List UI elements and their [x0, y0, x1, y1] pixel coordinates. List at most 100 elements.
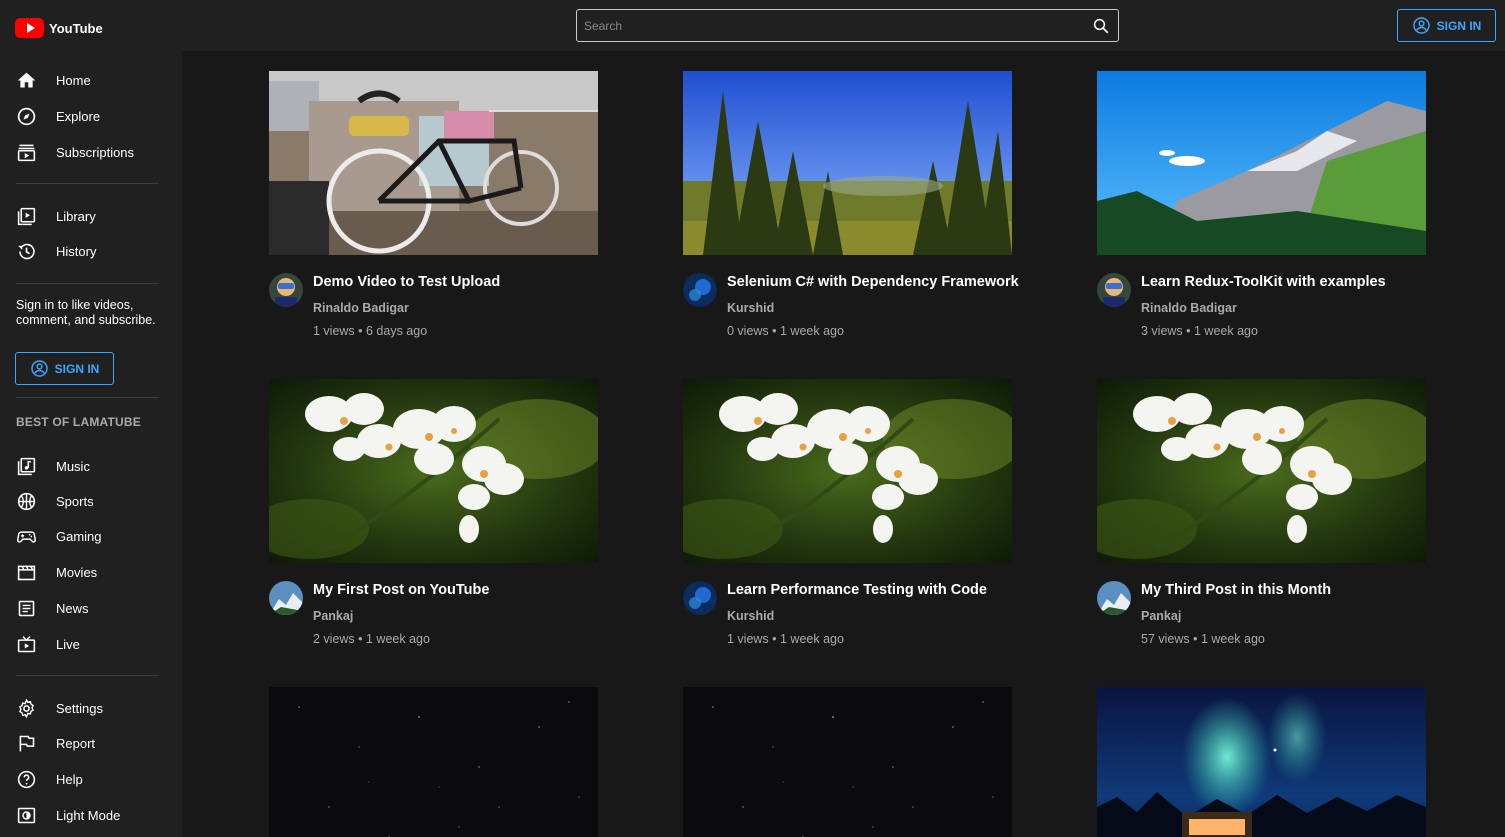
signin-note: Sign in to like videos, comment, and sub… [16, 298, 156, 327]
sidebar-item-light-mode[interactable]: Light Mode [16, 803, 166, 827]
orchid-thumbnail[interactable] [269, 379, 598, 563]
channel-avatar[interactable] [1097, 581, 1131, 615]
starry-sky-thumbnail[interactable] [269, 687, 598, 837]
channel-avatar[interactable] [269, 273, 303, 307]
channel-name[interactable]: Kurshid [727, 301, 774, 315]
video-card[interactable]: My First Post on YouTube Pankaj 2 views … [269, 379, 598, 650]
sidebar-item-label: Report [56, 735, 96, 751]
youtube-logo-icon [15, 18, 44, 38]
video-meta: Learn Redux-ToolKit with examples Rinald… [1097, 272, 1426, 342]
flag-icon [19, 735, 35, 751]
search-bar [576, 9, 1119, 42]
sidebar-item-label: Library [56, 208, 96, 224]
sidebar-item-label: Movies [56, 564, 98, 580]
search-input[interactable] [577, 10, 1084, 41]
channel-name[interactable]: Rinaldo Badigar [1141, 301, 1237, 315]
orchid-thumbnail[interactable] [1097, 379, 1426, 563]
mountain-thumbnail[interactable] [1097, 71, 1426, 255]
library-icon [17, 207, 36, 225]
orchid-thumbnail[interactable] [683, 379, 1012, 563]
forest-thumbnail[interactable] [683, 71, 1012, 255]
sidebar-item-library[interactable]: Library [16, 204, 166, 228]
video-title[interactable]: Learn Redux-ToolKit with examples [1141, 274, 1431, 290]
sidebar-item-report[interactable]: Report [16, 731, 166, 755]
news-icon [18, 600, 35, 616]
video-title[interactable]: Learn Performance Testing with Code [727, 582, 1017, 598]
video-meta: My First Post on YouTube Pankaj 2 views … [269, 580, 598, 650]
sidebar-item-movies[interactable]: Movies [16, 560, 166, 584]
section-title: BEST OF LAMATUBE [16, 415, 141, 429]
sidebar-item-help[interactable]: Help [16, 767, 166, 791]
gaming-icon [17, 530, 36, 543]
sidebar-item-label: Light Mode [56, 807, 121, 823]
video-card[interactable]: Learn Performance Testing with Code Kurs… [683, 379, 1012, 650]
home-icon [17, 72, 36, 87]
video-stats: 3 views • 1 week ago [1141, 324, 1258, 338]
channel-name[interactable]: Pankaj [1141, 609, 1181, 623]
video-meta: Selenium C# with Dependency Framework Ku… [683, 272, 1019, 342]
video-card[interactable]: Learn Redux-ToolKit with examples Rinald… [1097, 71, 1426, 342]
sidebar-item-news[interactable]: News [16, 596, 166, 620]
video-stats: 0 views • 1 week ago [727, 324, 844, 338]
sidebar-divider [16, 283, 159, 284]
sidebar-divider [16, 675, 159, 676]
sidebar-signin-button[interactable]: SIGN IN [15, 352, 114, 385]
sidebar-item-home[interactable]: Home [16, 68, 166, 92]
sidebar: YouTube Home Explore Subscriptions Libra… [0, 0, 182, 837]
channel-avatar[interactable] [1097, 273, 1131, 307]
video-title[interactable]: My Third Post in this Month [1141, 582, 1431, 598]
sidebar-item-music[interactable]: Music [16, 454, 166, 478]
sidebar-item-label: Settings [56, 700, 103, 716]
video-stats: 57 views • 1 week ago [1141, 632, 1265, 646]
sidebar-item-live[interactable]: Live [16, 632, 166, 656]
account-circle-icon [1412, 17, 1430, 34]
sidebar-item-settings[interactable]: Settings [16, 696, 166, 720]
channel-avatar[interactable] [683, 581, 717, 615]
logo-text: YouTube [49, 20, 103, 36]
channel-name[interactable]: Pankaj [313, 609, 353, 623]
video-title[interactable]: Demo Video to Test Upload [313, 274, 603, 290]
header-signin-button[interactable]: SIGN IN [1397, 9, 1496, 42]
channel-name[interactable]: Rinaldo Badigar [313, 301, 409, 315]
sidebar-divider [16, 183, 159, 184]
sidebar-item-label: Home [56, 72, 91, 88]
search-icon[interactable] [1084, 10, 1118, 41]
video-card[interactable]: My Third Post in this Month Pankaj 57 vi… [1097, 379, 1426, 650]
sidebar-item-gaming[interactable]: Gaming [16, 524, 166, 548]
explore-icon [17, 107, 36, 125]
bicycle-thumbnail[interactable] [269, 71, 598, 255]
history-icon [18, 243, 35, 259]
account-circle-icon [30, 360, 48, 377]
signin-label: SIGN IN [1436, 18, 1482, 33]
sidebar-item-subscriptions[interactable]: Subscriptions [16, 140, 166, 164]
video-title[interactable]: My First Post on YouTube [313, 582, 603, 598]
sidebar-item-label: Explore [56, 108, 101, 124]
sidebar-item-label: Gaming [56, 528, 102, 544]
sidebar-item-label: News [56, 600, 89, 616]
sidebar-item-label: Music [56, 458, 90, 474]
video-title[interactable]: Selenium C# with Dependency Framework [727, 274, 1019, 290]
signin-label: SIGN IN [54, 361, 100, 376]
channel-avatar[interactable] [269, 581, 303, 615]
video-card[interactable] [1097, 687, 1426, 837]
starry-sky-thumbnail[interactable] [683, 687, 1012, 837]
logo[interactable]: YouTube [15, 18, 103, 38]
channel-name[interactable]: Kurshid [727, 609, 774, 623]
help-icon [17, 770, 36, 788]
live-icon [17, 635, 36, 652]
video-card[interactable] [683, 687, 1012, 837]
aurora-thumbnail[interactable] [1097, 687, 1426, 837]
sidebar-item-explore[interactable]: Explore [16, 104, 166, 128]
video-meta: Learn Performance Testing with Code Kurs… [683, 580, 1012, 650]
video-card[interactable]: Selenium C# with Dependency Framework Ku… [683, 71, 1019, 342]
video-stats: 1 views • 1 week ago [727, 632, 844, 646]
channel-avatar[interactable] [683, 273, 717, 307]
video-stats: 2 views • 1 week ago [313, 632, 430, 646]
subscriptions-icon [17, 144, 36, 161]
sidebar-item-history[interactable]: History [16, 239, 166, 263]
video-card[interactable]: Demo Video to Test Upload Rinaldo Badiga… [269, 71, 598, 342]
sports-icon [17, 492, 36, 510]
sidebar-divider [16, 397, 159, 398]
video-card[interactable] [269, 687, 598, 837]
sidebar-item-sports[interactable]: Sports [16, 489, 166, 513]
